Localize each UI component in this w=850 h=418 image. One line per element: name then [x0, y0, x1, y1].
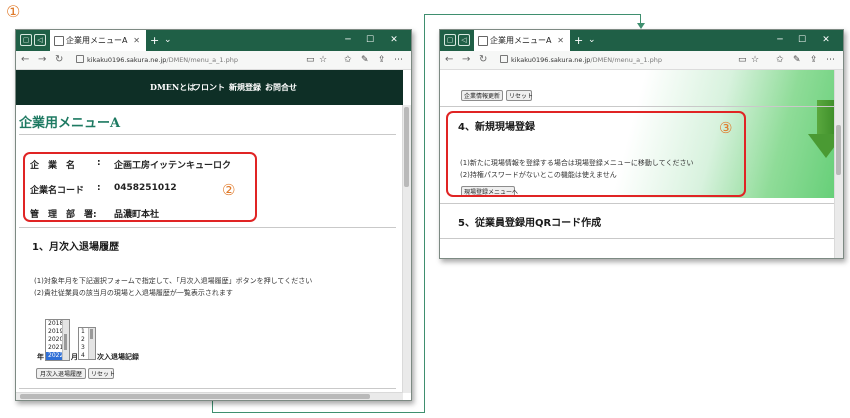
step-number-marker: ① [6, 2, 21, 21]
callout-number-2: ② [222, 181, 236, 199]
favorites-hub-icon[interactable]: ✩ [776, 53, 784, 67]
url-domain: kikaku0196.sakura.ne.jp [87, 56, 167, 64]
tab-title: 企業用メニューA [66, 36, 128, 45]
reading-view-icon[interactable]: ▭ [306, 53, 315, 67]
page-favicon-icon [54, 36, 64, 46]
refresh-icon[interactable]: ↻ [55, 53, 63, 67]
close-window-icon[interactable]: ✕ [816, 30, 836, 51]
nav-link-front[interactable]: フロント [193, 82, 225, 93]
divider [440, 238, 835, 239]
horizontal-scrollbar[interactable] [16, 392, 403, 400]
back-icon[interactable]: ← [445, 53, 453, 67]
month-label: 月 [71, 353, 78, 361]
vertical-scroll-thumb[interactable] [404, 107, 409, 187]
tab-actions-icon[interactable]: ▢ [20, 34, 32, 46]
new-tab-icon[interactable]: + [574, 30, 583, 51]
record-label: 次入退場記録 [97, 353, 139, 361]
reset-button[interactable]: リセット [88, 368, 115, 379]
nav-link-contact[interactable]: お問合せ [265, 82, 297, 93]
more-icon[interactable]: ⋯ [826, 53, 835, 67]
url-path: /DMEN/menu_a_1.php [166, 56, 238, 64]
favorites-hub-icon[interactable]: ✩ [344, 53, 352, 67]
tab-actions-icon[interactable]: ▢ [444, 34, 456, 46]
web-note-icon[interactable]: ✎ [793, 53, 801, 67]
page-title: 企業用メニューA [19, 116, 121, 131]
share-icon[interactable]: ⇪ [378, 53, 386, 67]
favorite-star-icon[interactable]: ☆ [319, 53, 327, 67]
monthly-history-button[interactable]: 月次入退場履歴 [36, 368, 86, 379]
refresh-icon[interactable]: ↻ [479, 53, 487, 67]
year-label: 年 [37, 353, 44, 361]
callout-number-3: ③ [719, 119, 733, 137]
tab-title: 企業用メニューA [490, 36, 552, 45]
tab-active[interactable]: 企業用メニューA ✕ [50, 30, 146, 51]
maximize-icon[interactable]: ☐ [360, 30, 380, 51]
url-domain: kikaku0196.sakura.ne.jp [511, 56, 591, 64]
connector-line-top [424, 14, 640, 15]
lock-icon [76, 55, 84, 63]
forward-icon[interactable]: → [462, 53, 470, 67]
site-navbar: DMENとは フロント 新規登録 お問合せ [16, 70, 403, 105]
year-select-scrollbar[interactable] [62, 320, 69, 360]
set-aside-tabs-icon[interactable]: ◁ [34, 34, 46, 46]
nav-link-register[interactable]: 新規登録 [229, 82, 261, 93]
divider [19, 388, 396, 389]
divider [19, 227, 396, 228]
new-tab-icon[interactable]: + [150, 30, 159, 51]
connector-line-middle [424, 14, 425, 412]
horizontal-scroll-thumb[interactable] [20, 394, 370, 399]
divider [19, 134, 396, 135]
lock-icon [500, 55, 508, 63]
nav-link-about[interactable]: DMENとは [150, 82, 195, 93]
instruction-note-2: (2)貴社従業員の該当月の現場と入退場履歴が一覧表示されます [34, 289, 233, 297]
section-heading-monthly-history: 1、月次入退場履歴 [32, 242, 119, 253]
minimize-icon[interactable]: ─ [338, 30, 358, 51]
month-select-scrollbar[interactable] [88, 328, 95, 359]
divider [440, 203, 835, 204]
url-field[interactable]: kikaku0196.sakura.ne.jp/DMEN/menu_a_1.ph… [500, 54, 730, 66]
divider [440, 106, 835, 107]
year-select-scroll-thumb[interactable] [64, 334, 67, 350]
instruction-note-1: (1)対象年月を下記選択フォームで指定して、「月次入退場履歴」ボタンを押してくだ… [34, 277, 313, 285]
address-bar: ← → ↻ kikaku0196.sakura.ne.jp/DMEN/menu_… [16, 51, 411, 70]
page-content: DMENとは フロント 新規登録 お問合せ 企業用メニューA 企 業 名 : 企… [16, 70, 411, 400]
vertical-scrollbar[interactable] [402, 105, 411, 393]
section-heading-qr-code: 5、従業員登録用QRコード作成 [458, 218, 602, 229]
close-window-icon[interactable]: ✕ [384, 30, 404, 51]
month-select[interactable]: 1234 [78, 327, 96, 360]
title-bar: ▢ ◁ 企業用メニューA ✕ + ⌄ ─ ☐ ✕ [16, 30, 411, 51]
vertical-scrollbar[interactable] [834, 70, 843, 258]
minimize-icon[interactable]: ─ [770, 30, 790, 51]
favorite-star-icon[interactable]: ☆ [751, 53, 759, 67]
tab-close-icon[interactable]: ✕ [133, 30, 140, 51]
month-select-scroll-thumb[interactable] [90, 329, 93, 339]
reading-view-icon[interactable]: ▭ [738, 53, 747, 67]
tab-close-icon[interactable]: ✕ [557, 30, 564, 51]
url-path: /DMEN/menu_a_1.php [590, 56, 662, 64]
tab-list-chevron-icon[interactable]: ⌄ [588, 30, 596, 51]
address-bar: ← → ↻ kikaku0196.sakura.ne.jp/DMEN/menu_… [440, 51, 843, 70]
web-note-icon[interactable]: ✎ [361, 53, 369, 67]
company-update-button[interactable]: 企業情報更新 [461, 90, 503, 101]
year-select[interactable]: 2018 2019 2020 2021 2022 [45, 319, 70, 361]
tab-list-chevron-icon[interactable]: ⌄ [164, 30, 172, 51]
connector-line-bottom [212, 400, 425, 413]
back-icon[interactable]: ← [21, 53, 29, 67]
vertical-scroll-thumb[interactable] [836, 125, 841, 175]
maximize-icon[interactable]: ☐ [792, 30, 812, 51]
url-field[interactable]: kikaku0196.sakura.ne.jp/DMEN/menu_a_1.ph… [76, 54, 306, 66]
reset-button[interactable]: リセット [506, 90, 533, 101]
page-favicon-icon [478, 36, 488, 46]
more-icon[interactable]: ⋯ [394, 53, 403, 67]
set-aside-tabs-icon[interactable]: ◁ [458, 34, 470, 46]
forward-icon[interactable]: → [38, 53, 46, 67]
title-bar: ▢ ◁ 企業用メニューA ✕ + ⌄ ─ ☐ ✕ [440, 30, 843, 51]
tab-active[interactable]: 企業用メニューA ✕ [474, 30, 570, 51]
share-icon[interactable]: ⇪ [810, 53, 818, 67]
highlight-new-site [446, 111, 746, 197]
